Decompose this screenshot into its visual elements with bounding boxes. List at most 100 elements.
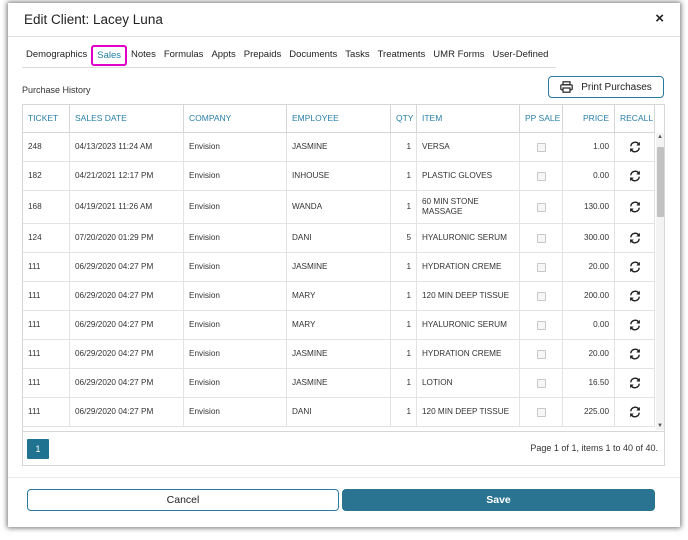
column-header-sales-date[interactable]: SALES DATE xyxy=(70,105,184,132)
cell-item: 60 MIN STONE MASSAGE xyxy=(417,191,520,223)
close-icon[interactable]: × xyxy=(655,10,664,27)
cell-employee-text: JASMINE xyxy=(292,378,328,387)
recall-icon[interactable] xyxy=(628,405,642,419)
recall-icon[interactable] xyxy=(628,169,642,183)
cell-company-text: Envision xyxy=(189,202,220,211)
column-header-pp-sale[interactable]: PP SALE xyxy=(520,105,563,132)
cell-qty: 1 xyxy=(391,253,417,281)
table-row[interactable]: 111 06/29/2020 04:27 PM Envision MARY 1 120 M… xyxy=(23,282,655,311)
cell-ticket-text: 168 xyxy=(28,202,42,211)
scrollbar-thumb[interactable] xyxy=(657,147,664,217)
tab-user-defined[interactable]: User-Defined xyxy=(489,45,553,65)
table-row[interactable]: 111 06/29/2020 04:27 PM Envision JASMINE 1 HY… xyxy=(23,340,655,369)
cell-item: HYALURONIC SERUM xyxy=(417,311,520,339)
tab-prepaids[interactable]: Prepaids xyxy=(240,45,286,65)
print-purchases-button[interactable]: Print Purchases xyxy=(548,76,664,98)
grid-body: 248 04/13/2023 11:24 AM Envision JASMINE 1 VE… xyxy=(23,133,655,430)
cell-employee: DANI xyxy=(287,224,391,252)
pp-sale-checkbox[interactable] xyxy=(536,407,546,417)
tab-treatments[interactable]: Treatments xyxy=(374,45,430,65)
cell-qty-text: 1 xyxy=(406,349,411,358)
pp-sale-checkbox[interactable] xyxy=(536,262,546,272)
column-header-ticket[interactable]: TICKET xyxy=(23,105,70,132)
cell-qty-text: 1 xyxy=(406,320,411,329)
recall-icon[interactable] xyxy=(628,289,642,303)
table-row[interactable]: 248 04/13/2023 11:24 AM Envision JASMINE 1 VE… xyxy=(23,133,655,162)
cell-qty: 1 xyxy=(391,282,417,310)
tab-documents[interactable]: Documents xyxy=(285,45,341,65)
cell-price-text: 0.00 xyxy=(593,171,609,180)
table-row[interactable]: 182 04/21/2021 12:17 PM Envision INHOUSE 1 PL… xyxy=(23,162,655,191)
scroll-up-icon[interactable]: ▲ xyxy=(657,134,663,140)
column-header-item[interactable]: ITEM xyxy=(417,105,520,132)
cell-employee-text: MARY xyxy=(292,291,316,300)
column-header-recall[interactable]: RECALL xyxy=(615,105,655,132)
cell-employee: MARY xyxy=(287,311,391,339)
pp-sale-checkbox[interactable] xyxy=(536,142,546,152)
recall-icon[interactable] xyxy=(628,260,642,274)
scroll-down-icon[interactable]: ▼ xyxy=(657,423,663,429)
table-row[interactable]: 124 07/20/2020 01:29 PM Envision DANI 5 HYALU… xyxy=(23,224,655,253)
cell-ticket: 111 xyxy=(23,398,70,426)
cell-price: 1.00 xyxy=(563,133,615,161)
table-row[interactable]: 111 06/29/2020 04:27 PM Envision DANI 1 120 M… xyxy=(23,398,655,427)
tab-notes[interactable]: Notes xyxy=(127,45,160,65)
table-row[interactable]: 168 04/19/2021 11:26 AM Envision WANDA 1 60 M… xyxy=(23,191,655,224)
cell-date: 06/29/2020 04:27 PM xyxy=(70,311,184,339)
tab-sales[interactable]: Sales xyxy=(91,44,128,66)
pp-sale-checkbox[interactable] xyxy=(536,202,546,212)
column-header-qty[interactable]: QTY xyxy=(391,105,417,132)
cell-qty: 1 xyxy=(391,369,417,397)
cell-ticket-text: 111 xyxy=(28,378,41,387)
pp-sale-checkbox[interactable] xyxy=(536,291,546,301)
column-header-company[interactable]: COMPANY xyxy=(184,105,287,132)
cell-qty-text: 1 xyxy=(406,202,411,211)
tab-appts[interactable]: Appts xyxy=(207,45,239,65)
footer-divider xyxy=(8,477,680,478)
cell-item: HYDRATION CREME xyxy=(417,340,520,368)
column-header-price[interactable]: PRICE xyxy=(563,105,615,132)
cancel-button[interactable]: Cancel xyxy=(27,489,339,511)
pp-sale-checkbox[interactable] xyxy=(536,171,546,181)
cell-employee: INHOUSE xyxy=(287,162,391,190)
cell-qty-text: 1 xyxy=(406,378,411,387)
recall-icon[interactable] xyxy=(628,200,642,214)
cell-employee: JASMINE xyxy=(287,253,391,281)
recall-icon[interactable] xyxy=(628,376,642,390)
cell-date: 04/19/2021 11:26 AM xyxy=(70,191,184,223)
tab-tasks[interactable]: Tasks xyxy=(341,45,373,65)
printer-icon xyxy=(560,81,574,93)
section-label: Purchase History xyxy=(22,85,91,95)
cell-price-text: 225.00 xyxy=(583,407,609,416)
recall-icon[interactable] xyxy=(628,231,642,245)
tab-umr-forms[interactable]: UMR Forms xyxy=(429,45,488,65)
cell-company-text: Envision xyxy=(189,262,220,271)
pp-sale-checkbox[interactable] xyxy=(536,378,546,388)
table-row[interactable]: 111 06/29/2020 04:27 PM Envision JASMINE 1 LO… xyxy=(23,369,655,398)
pp-sale-checkbox[interactable] xyxy=(536,233,546,243)
table-row[interactable]: 111 06/29/2020 04:27 PM Envision JASMINE 1 HY… xyxy=(23,253,655,282)
table-row[interactable]: 111 06/29/2020 04:27 PM Envision MARY 1 HYALU… xyxy=(23,311,655,340)
cell-item-text: PLASTIC GLOVES xyxy=(422,171,493,180)
cell-company: Envision xyxy=(184,340,287,368)
column-header-employee[interactable]: EMPLOYEE xyxy=(287,105,391,132)
recall-icon[interactable] xyxy=(628,140,642,154)
pp-sale-checkbox[interactable] xyxy=(536,349,546,359)
cell-date: 04/21/2021 12:17 PM xyxy=(70,162,184,190)
cell-employee-text: DANI xyxy=(292,233,312,242)
recall-icon[interactable] xyxy=(628,347,642,361)
cell-ticket: 182 xyxy=(23,162,70,190)
pp-sale-checkbox[interactable] xyxy=(536,320,546,330)
tab-formulas[interactable]: Formulas xyxy=(160,45,208,65)
save-button[interactable]: Save xyxy=(342,489,655,511)
cell-company: Envision xyxy=(184,398,287,426)
vertical-scrollbar[interactable]: ▲ ▼ xyxy=(656,133,664,430)
cell-price: 200.00 xyxy=(563,282,615,310)
tab-demographics[interactable]: Demographics xyxy=(22,45,91,65)
cell-recall xyxy=(615,398,655,426)
cell-ticket: 111 xyxy=(23,253,70,281)
page-1-button[interactable]: 1 xyxy=(27,439,49,459)
cell-employee: JASMINE xyxy=(287,369,391,397)
recall-icon[interactable] xyxy=(628,318,642,332)
cell-pp-sale xyxy=(520,162,563,190)
